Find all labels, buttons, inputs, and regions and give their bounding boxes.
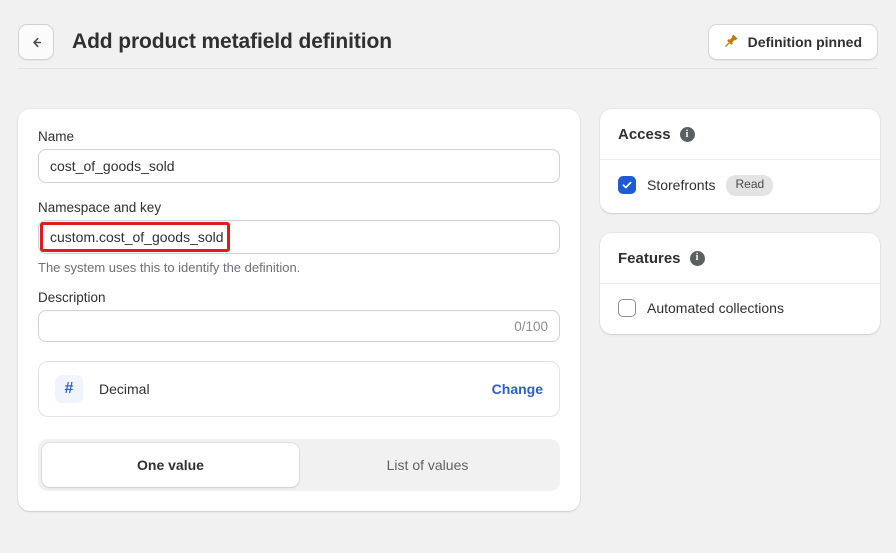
namespace-helper-text: The system uses this to identify the def… xyxy=(38,260,560,275)
spacer xyxy=(38,186,560,200)
namespace-label: Namespace and key xyxy=(38,200,560,215)
definition-form-card: Name cost_of_goods_sold Namespace and ke… xyxy=(18,109,580,511)
tab-list-of-values[interactable]: List of values xyxy=(299,443,556,487)
access-card-title: Access xyxy=(618,126,671,143)
pushpin-icon xyxy=(724,32,739,52)
access-card-header: Access i xyxy=(600,109,880,160)
page-content: Name cost_of_goods_sold Namespace and ke… xyxy=(0,69,896,553)
tab-one-value[interactable]: One value xyxy=(42,443,299,487)
storefronts-checkbox[interactable] xyxy=(618,176,636,194)
arrow-left-icon xyxy=(28,34,45,51)
description-field-group: Description 0/100 xyxy=(38,290,560,342)
automated-collections-label: Automated collections xyxy=(647,300,784,316)
automated-collections-checkbox[interactable] xyxy=(618,299,636,317)
metafield-type-row: # Decimal Change xyxy=(38,361,560,417)
check-icon xyxy=(621,179,633,191)
access-item-storefronts: Storefronts Read xyxy=(618,175,862,196)
features-card-title: Features xyxy=(618,250,681,267)
features-card-header: Features i xyxy=(600,233,880,284)
definition-pinned-label: Definition pinned xyxy=(748,34,862,50)
change-type-link[interactable]: Change xyxy=(492,381,543,397)
definition-pinned-button[interactable]: Definition pinned xyxy=(708,24,878,60)
name-input[interactable]: cost_of_goods_sold xyxy=(38,149,560,183)
description-label: Description xyxy=(38,290,560,305)
spacer xyxy=(38,278,560,290)
metafield-type-name: Decimal xyxy=(99,381,150,397)
description-character-counter: 0/100 xyxy=(514,319,548,334)
name-label: Name xyxy=(38,129,560,144)
sidebar-column: Access i Storefronts Read xyxy=(600,109,880,354)
main-column: Name cost_of_goods_sold Namespace and ke… xyxy=(18,109,580,511)
access-card-body: Storefronts Read xyxy=(600,160,880,213)
info-icon[interactable]: i xyxy=(690,251,705,266)
namespace-input[interactable]: custom.cost_of_goods_sold xyxy=(38,220,560,254)
name-field-group: Name cost_of_goods_sold xyxy=(38,129,560,183)
storefronts-label: Storefronts xyxy=(647,177,715,193)
back-button[interactable] xyxy=(18,24,54,60)
page-header: Add product metafield definition Definit… xyxy=(0,0,896,69)
features-card-body: Automated collections xyxy=(600,284,880,334)
description-input[interactable]: 0/100 xyxy=(38,310,560,342)
hash-icon: # xyxy=(55,375,83,403)
namespace-field-group: Namespace and key custom.cost_of_goods_s… xyxy=(38,200,560,275)
storefronts-access-badge: Read xyxy=(726,175,773,196)
value-mode-segmented-control: One value List of values xyxy=(38,439,560,491)
page-title: Add product metafield definition xyxy=(72,30,392,54)
info-icon[interactable]: i xyxy=(680,127,695,142)
features-card: Features i Automated collections xyxy=(600,233,880,334)
metafield-definition-page: Add product metafield definition Definit… xyxy=(0,0,896,553)
features-item-automated-collections: Automated collections xyxy=(618,299,862,317)
namespace-input-wrapper: custom.cost_of_goods_sold xyxy=(38,220,560,254)
access-card: Access i Storefronts Read xyxy=(600,109,880,213)
